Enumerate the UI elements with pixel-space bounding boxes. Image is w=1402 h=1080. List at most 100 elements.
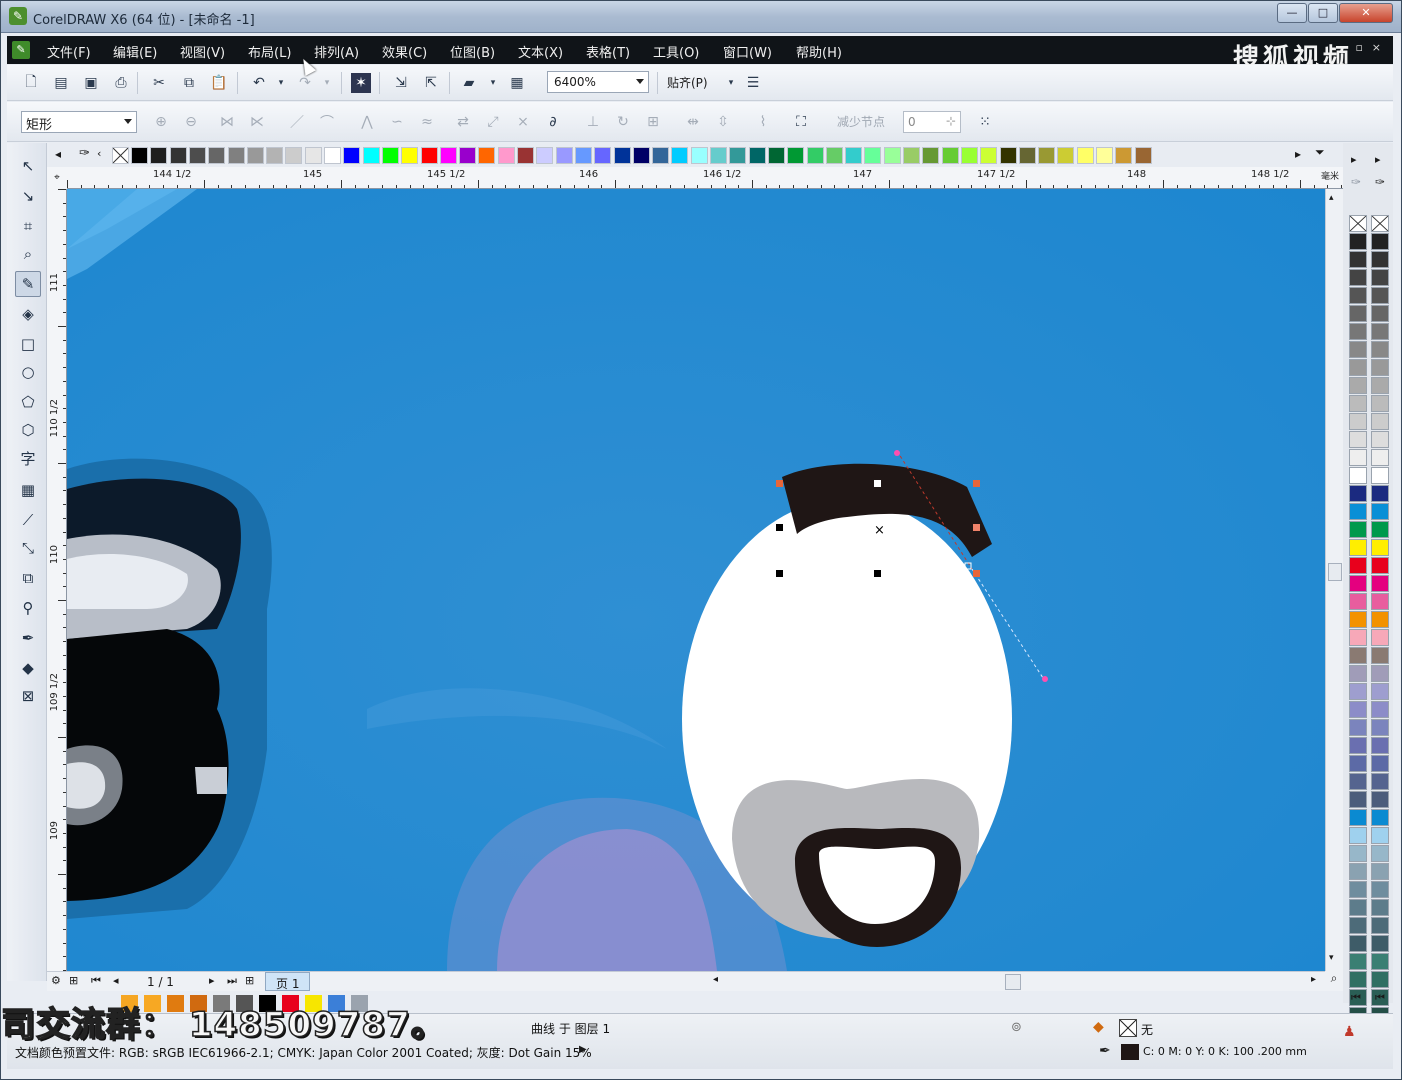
color-swatch[interactable] [1371, 593, 1389, 610]
add-node-icon[interactable]: ⊕ [151, 112, 171, 132]
color-swatch[interactable] [1371, 809, 1389, 826]
color-swatch[interactable] [1349, 305, 1367, 322]
node-handle[interactable] [776, 524, 783, 531]
color-swatch[interactable] [1371, 935, 1389, 952]
welcome-screen-icon[interactable]: ▦ [507, 73, 527, 93]
page-settings-icon[interactable]: ⚙ [51, 974, 61, 987]
ruler-origin-icon[interactable]: ⌖ [47, 167, 67, 189]
color-swatch[interactable] [1349, 575, 1367, 592]
color-swatch[interactable] [459, 147, 477, 164]
outline-pen-icon[interactable]: ✒ [15, 625, 41, 651]
shape-type-select[interactable]: 矩形 [21, 111, 137, 133]
select-all-nodes-icon[interactable]: ⛶ [791, 112, 811, 132]
color-swatch[interactable] [1371, 539, 1389, 556]
mirror-horizontal-icon[interactable]: ⇹ [683, 112, 703, 132]
color-swatch[interactable] [787, 147, 805, 164]
extract-subpath-icon[interactable]: ⨯ [513, 112, 533, 132]
palette-scroll-right-icon[interactable]: ▸ [1295, 147, 1301, 161]
publish-pdf-icon[interactable]: ▰ [459, 73, 479, 93]
vertical-ruler[interactable]: 111 110 1/2 110 109 1/2 109 [47, 189, 67, 971]
horizontal-scrollbar[interactable]: ◂ ▸ [707, 971, 1325, 991]
palette-scroll-left-icon[interactable]: ◂ [55, 147, 61, 161]
new-document-icon[interactable]: 🗋 [21, 73, 41, 93]
smooth-node-icon[interactable]: ∽ [387, 112, 407, 132]
node-handle[interactable] [874, 480, 881, 487]
color-swatch[interactable] [729, 147, 747, 164]
color-swatch[interactable] [1349, 755, 1367, 772]
color-swatch[interactable] [1349, 233, 1367, 250]
color-swatch[interactable] [767, 147, 785, 164]
last-page-icon[interactable]: ⏭ [227, 974, 237, 988]
color-swatch[interactable] [208, 147, 226, 164]
zoom-tool-icon[interactable]: ⌕ [15, 241, 41, 267]
color-swatch[interactable] [1371, 755, 1389, 772]
scroll-up-icon[interactable]: ▴ [1329, 193, 1334, 203]
cusp-node-icon[interactable]: ⋀ [357, 112, 377, 132]
color-swatch[interactable] [1018, 147, 1036, 164]
color-swatch[interactable] [1349, 791, 1367, 808]
color-swatch[interactable] [536, 147, 554, 164]
menu-table[interactable]: 表格(T) [586, 42, 630, 61]
color-swatch[interactable] [304, 147, 322, 164]
color-swatch[interactable] [632, 147, 650, 164]
color-swatch[interactable] [1349, 323, 1367, 340]
color-swatch[interactable] [246, 147, 264, 164]
export-icon[interactable]: ⇱ [421, 73, 441, 93]
color-swatch[interactable] [1349, 557, 1367, 574]
color-swatch[interactable] [613, 147, 631, 164]
menu-view[interactable]: 视图(V) [180, 42, 225, 61]
color-swatch[interactable] [169, 147, 187, 164]
color-swatch[interactable] [710, 147, 727, 164]
color-swatch[interactable] [1371, 971, 1389, 988]
palette-first-icon[interactable]: ⏮ [1375, 991, 1385, 1005]
color-swatch[interactable] [748, 147, 766, 164]
import-icon[interactable]: ⇲ [391, 73, 411, 93]
to-line-icon[interactable]: ／ [287, 112, 307, 132]
color-swatch[interactable] [825, 147, 843, 164]
basic-shapes-icon[interactable]: ⬡ [15, 417, 41, 443]
color-swatch[interactable] [1349, 377, 1367, 394]
zoom-level-select[interactable]: 6400% [547, 71, 649, 93]
snap-dropdown-icon[interactable]: ▾ [721, 73, 741, 93]
color-swatch[interactable] [960, 147, 978, 164]
color-swatch[interactable] [1349, 449, 1367, 466]
stretch-nodes-icon[interactable]: ⊥ [583, 112, 603, 132]
to-curve-icon[interactable]: ⌒ [317, 112, 337, 132]
color-swatch[interactable] [401, 147, 419, 164]
redo-dropdown-icon[interactable]: ▾ [317, 73, 337, 93]
user-icon[interactable]: ♟ [1343, 1024, 1356, 1040]
color-swatch[interactable] [1371, 395, 1389, 412]
mdi-restore-icon[interactable]: ▫ [1356, 41, 1363, 54]
maximize-button[interactable]: □ [1308, 3, 1338, 23]
connector-tool-icon[interactable]: ⤡ [15, 535, 41, 561]
scroll-down-icon[interactable]: ▾ [1329, 953, 1334, 963]
color-swatch[interactable] [1371, 305, 1389, 322]
no-fill-swatch[interactable] [1119, 1019, 1137, 1037]
color-swatch[interactable] [1349, 359, 1367, 376]
interactive-fill-icon[interactable]: ⊠ [15, 683, 41, 709]
no-color-swatch[interactable] [112, 147, 129, 164]
menu-help[interactable]: 帮助(H) [796, 42, 842, 61]
menu-effects[interactable]: 效果(C) [382, 42, 427, 61]
zoom-navigator-icon[interactable]: ⌕ [1325, 971, 1343, 991]
menu-layout[interactable]: 布局(L) [248, 42, 291, 61]
palette-expand-icon[interactable]: ⏷ [1315, 145, 1325, 160]
color-swatch[interactable] [478, 147, 496, 164]
node-handle[interactable] [874, 570, 881, 577]
no-color-swatch[interactable] [1349, 215, 1367, 232]
color-swatch[interactable] [1349, 341, 1367, 358]
scroll-left-icon[interactable]: ◂ [713, 974, 718, 985]
outline-color-swatch[interactable] [1121, 1044, 1139, 1060]
node-marquee-icon[interactable]: ⁙ [975, 112, 995, 132]
delete-node-icon[interactable]: ⊖ [181, 112, 201, 132]
palette-eyedropper-icon[interactable]: ✑ [1351, 175, 1361, 189]
extend-curve-icon[interactable]: ⤢ [483, 112, 503, 132]
curve-smoothness-field[interactable]: 0 ⊹ [903, 111, 961, 133]
color-swatch[interactable] [1371, 845, 1389, 862]
join-nodes-icon[interactable]: ⋈ [217, 112, 237, 132]
scroll-thumb[interactable] [1005, 974, 1021, 990]
color-swatch[interactable] [1371, 341, 1389, 358]
color-swatch[interactable] [227, 147, 245, 164]
menu-file[interactable]: 文件(F) [47, 42, 91, 61]
pick-tool-icon[interactable]: ↖ [15, 153, 41, 179]
